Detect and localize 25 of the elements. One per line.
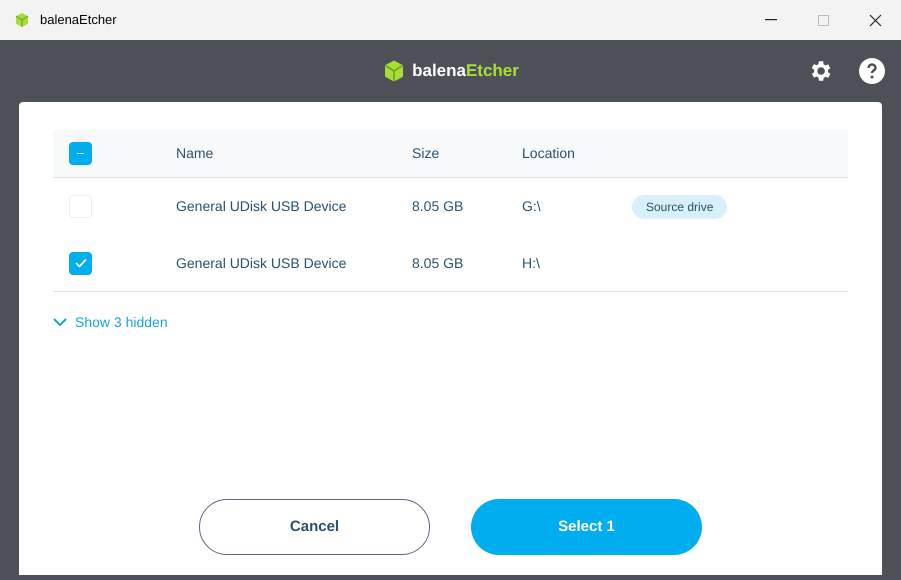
checkmark-icon xyxy=(74,258,86,268)
dash-icon xyxy=(77,152,84,154)
show-hidden-link[interactable]: Show 3 hidden xyxy=(53,312,168,333)
cancel-button[interactable]: Cancel xyxy=(199,499,430,555)
table-cell-text: 8.05 GB xyxy=(412,197,464,216)
column-header: Location xyxy=(522,144,576,163)
maximize-icon xyxy=(818,14,828,26)
table-cell-text: G:\ xyxy=(522,197,542,216)
select-button[interactable]: Select 1 xyxy=(471,499,702,555)
table-cell-text: 8.05 GB xyxy=(412,254,464,272)
help-icon[interactable] xyxy=(859,58,885,84)
window-title: balenaEtcher xyxy=(40,11,117,30)
table-cell-text: General UDisk USB Device xyxy=(176,197,348,216)
cube-icon xyxy=(14,12,30,28)
table-cell-text: General UDisk USB Device xyxy=(176,254,348,272)
source-drive-tag: Source drive xyxy=(632,194,728,218)
checkbox[interactable] xyxy=(69,252,92,274)
cube-icon xyxy=(382,59,406,83)
minimize-icon xyxy=(765,19,777,21)
table-cell-text: H:\ xyxy=(522,254,541,272)
column-header: Size xyxy=(412,144,440,163)
close-icon xyxy=(868,14,882,26)
app-logo-text: balenaEtcher xyxy=(412,60,519,82)
checkbox[interactable] xyxy=(69,142,92,165)
column-header: Name xyxy=(176,144,214,163)
